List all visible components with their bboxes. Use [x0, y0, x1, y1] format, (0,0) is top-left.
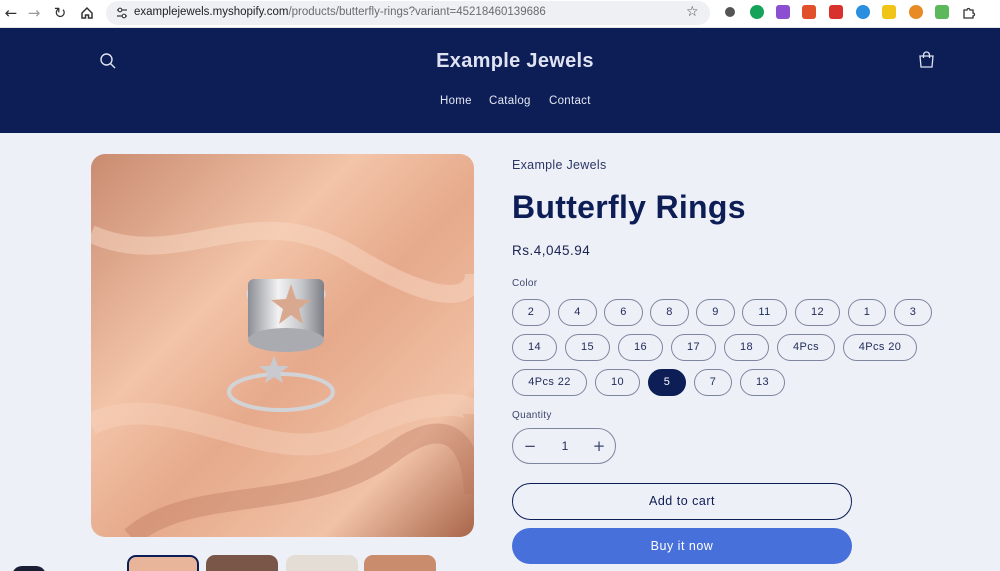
url-text: examplejewels.myshopify.com/products/but… [134, 6, 546, 18]
color-pill[interactable]: 12 [795, 299, 840, 326]
color-pill[interactable]: 13 [740, 369, 785, 396]
product-image[interactable] [91, 154, 474, 537]
color-pill[interactable]: 8 [650, 299, 689, 326]
color-pill[interactable]: 4Pcs 22 [512, 369, 587, 396]
extension-icon[interactable] [725, 7, 735, 17]
color-pill[interactable]: 11 [742, 299, 787, 326]
color-option-label: Color [512, 278, 538, 289]
thumbnail-4[interactable] [364, 555, 436, 571]
extension-owl-icon[interactable] [856, 5, 870, 19]
product-title: Butterfly Rings [512, 189, 746, 225]
color-pill[interactable]: 4Pcs 20 [843, 334, 917, 361]
back-arrow-icon[interactable]: ← [2, 4, 20, 22]
color-pill[interactable]: 10 [595, 369, 640, 396]
color-pill[interactable]: 2 [512, 299, 550, 326]
quantity-input[interactable]: 1 [555, 439, 575, 453]
quantity-label: Quantity [512, 410, 552, 421]
extension-mail-icon[interactable] [935, 5, 949, 19]
extension-puzzle-red-icon[interactable] [802, 5, 816, 19]
product-vendor: Example Jewels [512, 158, 607, 172]
cart-icon[interactable] [918, 51, 935, 69]
store-brand[interactable]: Example Jewels [0, 50, 1000, 73]
nav-home[interactable]: Home [440, 95, 472, 107]
extensions-puzzle-icon[interactable] [960, 4, 978, 22]
quantity-increase-button[interactable]: + [590, 437, 608, 455]
grammarly-icon[interactable] [750, 5, 764, 19]
product-price: Rs.4,045.94 [512, 243, 591, 258]
buy-now-button[interactable]: Buy it now [512, 528, 852, 564]
color-pill[interactable]: 15 [565, 334, 610, 361]
home-icon[interactable] [78, 4, 96, 22]
store-header: Example Jewels Home Catalog Contact [0, 28, 1000, 133]
address-bar[interactable]: examplejewels.myshopify.com/products/but… [106, 1, 710, 25]
nav-catalog[interactable]: Catalog [489, 95, 531, 107]
forward-arrow-icon[interactable]: → [25, 4, 43, 22]
color-pill[interactable]: 16 [618, 334, 663, 361]
thumbnail-1[interactable] [127, 555, 199, 571]
thumbnail-2[interactable] [206, 555, 278, 571]
color-pill[interactable]: 7 [694, 369, 732, 396]
color-pill[interactable]: 17 [671, 334, 716, 361]
color-pill[interactable]: 3 [894, 299, 932, 326]
url-host: examplejewels.myshopify.com [134, 6, 289, 18]
browser-toolbar: ← → ↻ examplejewels.myshopify.com/produc… [0, 0, 1000, 28]
ring-photo [91, 154, 474, 537]
reload-icon[interactable]: ↻ [51, 4, 69, 22]
quantity-stepper: − 1 + [512, 428, 616, 464]
color-pill[interactable]: 4 [558, 299, 597, 326]
color-pill[interactable]: 4Pcs [777, 334, 835, 361]
site-settings-icon[interactable] [115, 6, 129, 20]
color-pill[interactable]: 14 [512, 334, 557, 361]
thumbnail-3[interactable] [286, 555, 358, 571]
extension-s-icon[interactable] [776, 5, 790, 19]
bookmark-star-icon[interactable]: ☆ [686, 4, 699, 20]
nav-contact[interactable]: Contact [549, 95, 591, 107]
quantity-decrease-button[interactable]: − [521, 437, 539, 455]
color-pill[interactable]: 1 [848, 299, 886, 326]
url-path: /products/butterfly-rings?variant=452184… [288, 6, 546, 18]
extension-check-icon[interactable] [882, 5, 896, 19]
color-pill[interactable]: 18 [724, 334, 769, 361]
color-pill[interactable]: 6 [604, 299, 643, 326]
extension-rocket-icon[interactable] [829, 5, 843, 19]
add-to-cart-button[interactable]: Add to cart [512, 483, 852, 520]
color-pill[interactable]: 9 [696, 299, 735, 326]
extension-gear-icon[interactable] [909, 5, 923, 19]
chat-widget-button[interactable] [12, 566, 46, 571]
color-pill-selected[interactable]: 5 [648, 369, 686, 396]
